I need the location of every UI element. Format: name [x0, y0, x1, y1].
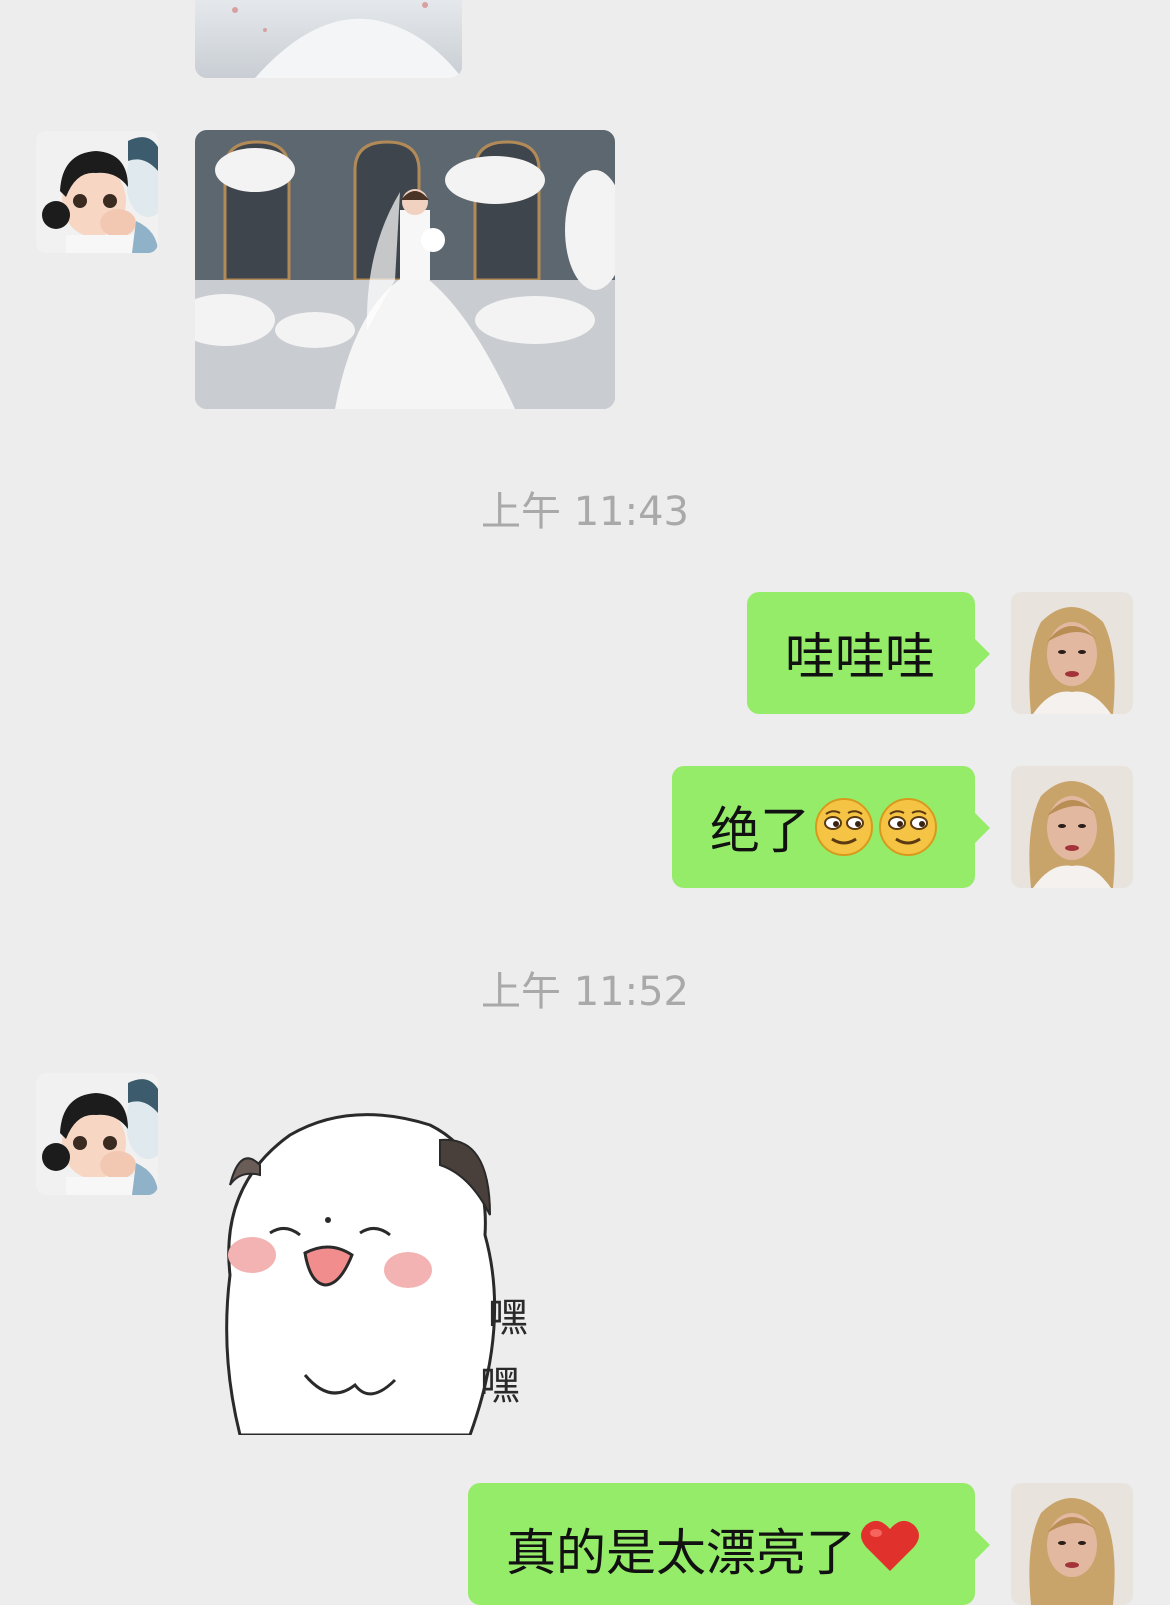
my-avatar[interactable]	[1011, 1483, 1133, 1605]
sticker-text: 嘿	[480, 1363, 520, 1409]
woman-portrait-avatar-icon	[1011, 1483, 1133, 1605]
outgoing-message-bubble[interactable]: 绝了	[672, 766, 990, 888]
wedding-photo-image	[195, 130, 615, 409]
message-text: 绝了	[710, 802, 810, 860]
sticker-message[interactable]: 嘿 嘿	[200, 1105, 560, 1437]
cartoon-girl-avatar-icon	[36, 131, 158, 253]
my-avatar[interactable]	[1011, 766, 1133, 888]
smirk-emoji-icon	[814, 797, 874, 857]
outgoing-message-bubble[interactable]: 哇哇哇	[747, 592, 990, 714]
image-message-partial[interactable]	[195, 0, 462, 78]
timestamp: 上午 11:52	[481, 969, 689, 1015]
message-text: 哇哇哇	[785, 628, 935, 686]
my-avatar[interactable]	[1011, 592, 1133, 714]
wedding-photo-message[interactable]	[195, 130, 615, 409]
red-heart-emoji-icon	[860, 1517, 920, 1573]
woman-portrait-avatar-icon	[1011, 592, 1133, 714]
woman-portrait-avatar-icon	[1011, 766, 1133, 888]
smirk-emoji-icon	[878, 797, 938, 857]
message-text: 真的是太漂亮了	[506, 1524, 856, 1582]
cartoon-girl-avatar-icon	[36, 1073, 158, 1195]
timestamp: 上午 11:43	[481, 489, 689, 535]
outgoing-message-bubble[interactable]: 真的是太漂亮了	[468, 1483, 990, 1605]
contact-avatar[interactable]	[36, 1073, 158, 1195]
sticker-text: 嘿	[488, 1295, 528, 1341]
contact-avatar[interactable]	[36, 131, 158, 253]
